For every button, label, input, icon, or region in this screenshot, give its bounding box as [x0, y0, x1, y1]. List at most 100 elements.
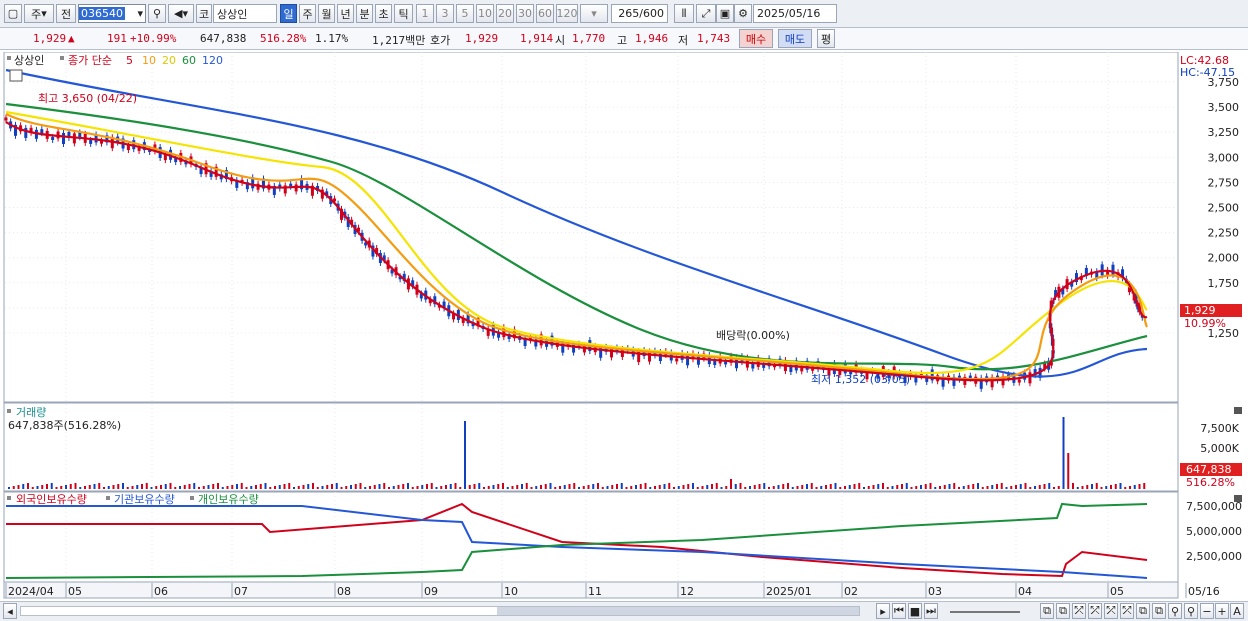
volume-bar: [711, 484, 713, 489]
count-field[interactable]: 265/600: [611, 4, 668, 23]
tab-week[interactable]: 주: [299, 4, 316, 23]
num-10[interactable]: 10: [476, 4, 494, 23]
tab-second[interactable]: 초: [375, 4, 392, 23]
num-1[interactable]: 1: [416, 4, 434, 23]
panel-marker-icon: [190, 496, 194, 500]
search-icon[interactable]: ⚲: [148, 4, 166, 23]
forward-icon[interactable]: ⏭: [924, 603, 938, 619]
code-input[interactable]: 036540 ▾: [78, 4, 146, 23]
scrollbar-thumb[interactable]: [497, 607, 859, 615]
stock-name-field[interactable]: 상상인: [213, 4, 277, 23]
num-60[interactable]: 60: [536, 4, 554, 23]
period-week-dropdown[interactable]: 주 ▾: [24, 4, 54, 23]
volume-bar: [250, 486, 253, 489]
eval-button[interactable]: 평: [817, 29, 835, 48]
volume-bar: [117, 484, 120, 489]
indicator-icon[interactable]: ⤱: [1072, 603, 1086, 619]
volume-bar: [972, 484, 975, 489]
tab-minute[interactable]: 분: [356, 4, 373, 23]
volume-bar: [84, 486, 86, 489]
volume-bar: [388, 487, 390, 489]
search-icon[interactable]: ⚲: [1168, 603, 1182, 619]
volume-bar: [939, 486, 941, 489]
bid-price: 1,914: [520, 32, 554, 45]
candle-type-icon[interactable]: ⫴: [674, 4, 694, 23]
auto-scale-icon[interactable]: A: [1230, 603, 1244, 619]
rewind-icon[interactable]: ⏮: [892, 603, 906, 619]
tab-month[interactable]: 월: [318, 4, 335, 23]
speaker-icon[interactable]: ◀▾: [168, 4, 194, 23]
volume-bar: [350, 485, 352, 489]
volume-bar: [924, 484, 927, 489]
volume-bar: [658, 485, 661, 489]
volume-bar: [810, 483, 813, 489]
volume-bar: [573, 483, 576, 489]
volume-bar: [169, 483, 172, 489]
num-30[interactable]: 30: [516, 4, 534, 23]
search-icon[interactable]: ⚲: [1184, 603, 1198, 619]
volume-bar: [796, 486, 799, 489]
volume-panel-frame: [3, 402, 1179, 492]
volume-bar: [212, 484, 215, 489]
indicator-icon[interactable]: ⤱: [1104, 603, 1118, 619]
price-tick-label: 2,000: [1208, 252, 1240, 265]
num-3[interactable]: 3: [436, 4, 454, 23]
chart-area[interactable]: 3,750 3,500 3,250 3,000 2,750 2,500 2,250 2,000…: [2, 51, 1246, 602]
volume-bar: [734, 484, 737, 489]
stop-icon[interactable]: ■: [908, 603, 922, 619]
tab-year[interactable]: 년: [337, 4, 354, 23]
scroll-right-icon[interactable]: ▸: [876, 603, 890, 619]
candle-body: [62, 132, 66, 144]
volume-bar: [601, 487, 604, 489]
layout-icon[interactable]: ⧉: [1152, 603, 1166, 619]
num-dropdown[interactable]: ▾: [580, 4, 608, 23]
scrollbar-track[interactable]: [20, 606, 860, 616]
save-icon[interactable]: ▣: [716, 4, 734, 23]
scroll-left-icon[interactable]: ◂: [3, 603, 17, 619]
volume-bar: [991, 485, 994, 489]
panel-close-icon[interactable]: [1234, 407, 1242, 414]
zoom-out-icon[interactable]: −: [1200, 603, 1214, 619]
ma-60-label: 60: [182, 54, 196, 67]
zoom-in-icon[interactable]: +: [1215, 603, 1229, 619]
indicator-icon[interactable]: ⤱: [1120, 603, 1134, 619]
volume-bar: [753, 485, 756, 489]
zoom-slider[interactable]: [950, 611, 1020, 613]
panel-close-icon[interactable]: [1234, 495, 1242, 502]
window-icon[interactable]: ▢: [4, 4, 22, 23]
volume-bar: [103, 487, 105, 489]
draw-tool-icon[interactable]: ⤢: [696, 4, 716, 23]
indicator-icon[interactable]: ⤱: [1088, 603, 1102, 619]
settings-gear-icon[interactable]: ⚙: [734, 4, 752, 23]
volume-bar: [1024, 483, 1027, 489]
volume-bar: [872, 485, 875, 489]
volume-bar: [720, 487, 723, 489]
volume-bar: [853, 484, 856, 489]
layout-icon[interactable]: ⧉: [1136, 603, 1150, 619]
bottom-bar: ◂ ▸ ⏮ ■ ⏭ ⧉ ⧉ ⤱ ⤱ ⤱ ⤱ ⧉ ⧉ ⚲ ⚲ − + A: [0, 601, 1248, 621]
buy-button[interactable]: 매수: [739, 29, 773, 48]
num-120[interactable]: 120: [556, 4, 578, 23]
x-tick-label: 04: [1018, 585, 1032, 598]
volume-bar: [1053, 487, 1055, 489]
legend-foreign: 외국인보유수량: [16, 493, 87, 506]
layout-icon[interactable]: ⧉: [1056, 603, 1070, 619]
volume-bar: [834, 483, 837, 489]
num-20[interactable]: 20: [496, 4, 514, 23]
holding-tick-label: 2,500,000: [1186, 550, 1242, 563]
layout-icon[interactable]: ⧉: [1040, 603, 1054, 619]
volume-bar: [198, 487, 200, 489]
volume-bar: [302, 485, 305, 489]
volume-bar: [345, 486, 348, 489]
tab-day[interactable]: 일: [280, 4, 297, 23]
num-5[interactable]: 5: [456, 4, 474, 23]
volume-bar: [763, 483, 766, 489]
date-field[interactable]: 2025/05/16: [753, 4, 837, 23]
prev-button[interactable]: 전: [56, 4, 76, 23]
sell-button[interactable]: 매도: [778, 29, 812, 48]
table-view-icon[interactable]: [9, 69, 23, 82]
tab-tick[interactable]: 틱: [394, 4, 413, 23]
volume-bar: [958, 487, 960, 489]
stock-chart[interactable]: 3,7503,5003,2503,0002,7502,5002,2502,000…: [2, 51, 1246, 602]
open-label: 시: [555, 34, 566, 47]
